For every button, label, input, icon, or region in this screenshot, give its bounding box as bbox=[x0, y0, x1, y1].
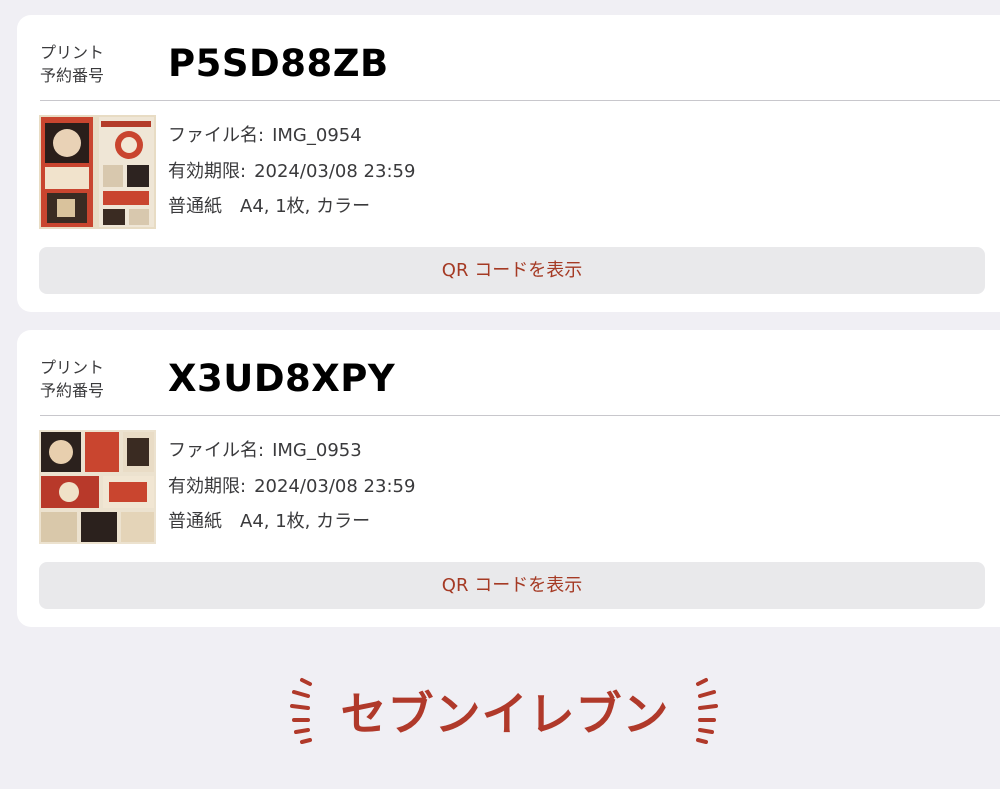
print-reservation-card: プリント 予約番号 X3UD8XPY ファイル名: IMG_0953 有効期限: 2… bbox=[17, 330, 1000, 627]
label-line-2: 予約番号 bbox=[40, 381, 105, 400]
paper-type: 普通紙 bbox=[168, 196, 222, 217]
emphasis-marks-icon bbox=[290, 678, 312, 744]
print-reservation-card: プリント 予約番号 P5SD88ZB ファイル名: IMG_0954 有効期限: 2… bbox=[17, 15, 1000, 312]
reservation-number-label: プリント 予約番号 bbox=[40, 356, 104, 402]
expiry-date: 2024/03/08 23:59 bbox=[254, 475, 416, 497]
manga-page-thumbnail-icon bbox=[39, 430, 156, 544]
reservation-number-label: プリント 予約番号 bbox=[40, 41, 104, 87]
print-spec: A4, 1枚, カラー bbox=[240, 196, 371, 217]
store-annotation: セブンイレブン bbox=[0, 670, 1000, 750]
label-line-1: プリント bbox=[40, 43, 105, 62]
expiry-label: 有効期限: bbox=[168, 475, 247, 497]
file-details: ファイル名: IMG_0953 有効期限: 2024/03/08 23:59 普通紙… bbox=[168, 435, 415, 542]
divider bbox=[40, 415, 1000, 416]
print-spec: A4, 1枚, カラー bbox=[240, 511, 371, 532]
show-qr-code-button[interactable]: QR コードを表示 bbox=[39, 562, 985, 609]
file-details: ファイル名: IMG_0954 有効期限: 2024/03/08 23:59 普通紙… bbox=[168, 120, 415, 227]
divider bbox=[40, 100, 1000, 101]
label-line-2: 予約番号 bbox=[40, 66, 105, 85]
reservation-number: X3UD8XPY bbox=[168, 357, 396, 400]
label-line-1: プリント bbox=[40, 358, 105, 377]
file-name: IMG_0953 bbox=[272, 440, 362, 461]
reservation-number: P5SD88ZB bbox=[168, 42, 389, 85]
expiry-date: 2024/03/08 23:59 bbox=[254, 160, 416, 182]
emphasis-marks-icon bbox=[696, 678, 718, 744]
seven-eleven-label: セブンイレブン bbox=[340, 687, 670, 741]
file-name: IMG_0954 bbox=[272, 125, 362, 146]
paper-type: 普通紙 bbox=[168, 511, 222, 532]
expiry-label: 有効期限: bbox=[168, 160, 247, 182]
show-qr-code-button[interactable]: QR コードを表示 bbox=[39, 247, 985, 294]
manga-page-thumbnail-icon bbox=[39, 115, 156, 229]
file-name-label: ファイル名: bbox=[168, 125, 265, 146]
file-name-label: ファイル名: bbox=[168, 440, 265, 461]
